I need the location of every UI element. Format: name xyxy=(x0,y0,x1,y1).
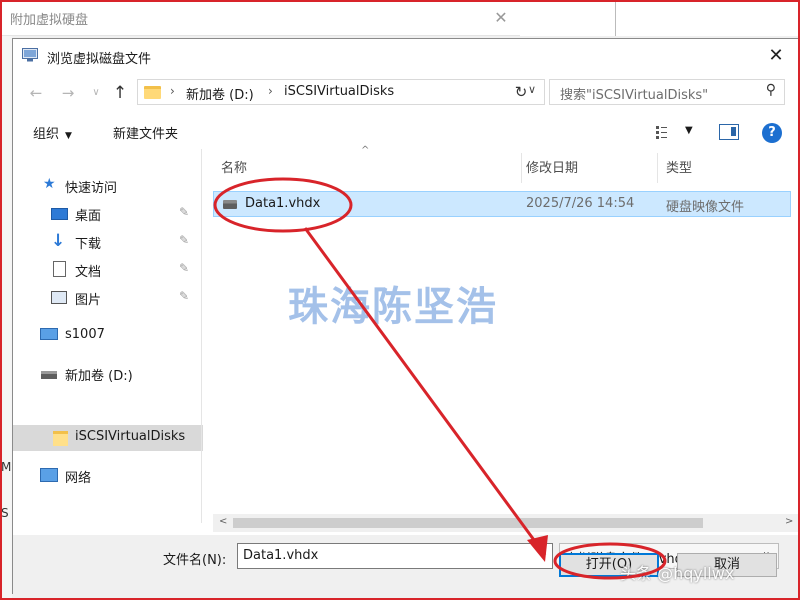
background-right-pane xyxy=(520,0,800,36)
sidebar-item-label: 新加卷 (D:) xyxy=(65,369,133,384)
forward-arrow-icon[interactable]: → xyxy=(57,82,79,104)
breadcrumb-drive[interactable]: 新加卷 (D:) xyxy=(186,84,254,103)
search-input[interactable]: 搜索"iSCSIVirtualDisks" ⚲ xyxy=(549,79,785,105)
search-placeholder: 搜索"iSCSIVirtualDisks" xyxy=(560,88,709,103)
search-icon[interactable]: ⚲ xyxy=(766,82,776,98)
back-arrow-icon[interactable]: ← xyxy=(25,82,47,104)
column-header-name[interactable]: 名称 xyxy=(221,157,247,176)
breadcrumb-chevron-icon[interactable]: › xyxy=(170,84,175,98)
pin-icon[interactable]: ✎ xyxy=(179,233,189,247)
organize-label: 组织 xyxy=(33,127,60,142)
sidebar-item-this-pc[interactable]: s1007 xyxy=(13,323,203,349)
sidebar-item-documents[interactable]: 文档 ✎ xyxy=(13,257,203,283)
background-titlebar: 附加虚拟硬盘 ✕ xyxy=(0,0,520,36)
sidebar-item-label: 下载 xyxy=(75,237,102,252)
background-close-icon[interactable]: ✕ xyxy=(488,6,514,30)
new-folder-button[interactable]: 新建文件夹 xyxy=(113,123,178,142)
up-arrow-icon[interactable]: ↑ xyxy=(109,82,131,104)
sidebar-item-label: s1007 xyxy=(65,327,105,342)
sidebar-item-label: 网络 xyxy=(65,471,92,486)
pin-icon[interactable]: ✎ xyxy=(179,289,189,303)
horizontal-scrollbar[interactable]: < > xyxy=(213,514,800,532)
preview-pane-icon[interactable] xyxy=(719,124,739,140)
sidebar-item-desktop[interactable]: 桌面 ✎ xyxy=(13,201,203,227)
pin-icon[interactable]: ✎ xyxy=(179,205,189,219)
scroll-right-icon[interactable]: > xyxy=(785,516,793,527)
folder-icon xyxy=(53,431,68,446)
refresh-icon[interactable]: ↻ xyxy=(510,83,532,105)
breadcrumb-chevron-icon[interactable]: › xyxy=(268,84,273,98)
drive-icon xyxy=(41,371,57,379)
desktop-icon xyxy=(51,208,68,220)
sidebar-item-label: 快速访问 xyxy=(65,181,118,196)
background-left-strip: M S xyxy=(0,36,12,600)
organize-caret-icon: ▼ xyxy=(65,131,72,141)
recent-locations-chevron-icon[interactable]: ∨ xyxy=(85,82,107,104)
background-left-mark: M xyxy=(1,460,12,474)
column-separator[interactable] xyxy=(657,153,658,183)
filename-value: Data1.vhdx xyxy=(243,548,319,563)
file-name: Data1.vhdx xyxy=(245,196,321,211)
navigation-bar: ← → ∨ ↑ › 新加卷 (D:) › iSCSIVirtualDisks ∨… xyxy=(13,75,799,111)
scroll-thumb[interactable] xyxy=(233,518,703,528)
pin-icon[interactable]: ✎ xyxy=(179,261,189,275)
view-options-icon[interactable] xyxy=(656,126,674,139)
sidebar-item-label: 桌面 xyxy=(75,209,102,224)
filename-input[interactable]: Data1.vhdx xyxy=(237,543,553,569)
dialog-title: 浏览虚拟磁盘文件 xyxy=(47,52,152,67)
address-bar[interactable]: › 新加卷 (D:) › iSCSIVirtualDisks ∨ xyxy=(137,79,545,105)
dialog-titlebar: 浏览虚拟磁盘文件 ✕ xyxy=(13,39,799,73)
organize-button[interactable]: 组织 ▼ xyxy=(33,123,72,142)
sidebar-item-downloads[interactable]: ↓ 下载 ✎ xyxy=(13,229,203,255)
sidebar-item-pictures[interactable]: 图片 ✎ xyxy=(13,285,203,311)
pane-divider[interactable] xyxy=(201,149,202,523)
column-header-modified[interactable]: 修改日期 xyxy=(526,157,578,176)
corner-watermark: 头条 @hqyllwx xyxy=(620,564,735,583)
background-left-mark: S xyxy=(1,506,9,520)
column-header-type[interactable]: 类型 xyxy=(666,157,692,176)
sidebar-item-iscsi-folder[interactable]: iSCSIVirtualDisks xyxy=(13,425,203,451)
sidebar-item-label: 图片 xyxy=(75,293,102,308)
disk-image-icon xyxy=(223,200,237,209)
pictures-icon xyxy=(51,291,67,304)
navigation-pane: ★ 快速访问 桌面 ✎ ↓ 下载 ✎ 文档 ✎ 图片 ✎ s1007 新加卷 (… xyxy=(13,149,203,523)
watermark-text: 珠海陈坚浩 xyxy=(288,284,498,330)
sidebar-item-network[interactable]: 网络 xyxy=(13,463,203,489)
sidebar-item-label: iSCSIVirtualDisks xyxy=(75,429,186,444)
breadcrumb-folder[interactable]: iSCSIVirtualDisks xyxy=(284,84,394,99)
star-icon: ★ xyxy=(43,176,56,192)
sidebar-item-drive-d[interactable]: 新加卷 (D:) xyxy=(13,361,203,387)
computer-icon xyxy=(40,328,58,340)
command-toolbar: 组织 ▼ 新建文件夹 ▼ ? xyxy=(13,119,799,147)
filename-label: 文件名(N): xyxy=(163,553,227,568)
sort-ascending-icon: ^ xyxy=(361,145,370,156)
scroll-left-icon[interactable]: < xyxy=(219,516,227,527)
file-row[interactable]: Data1.vhdx 2025/7/26 14:54 硬盘映像文件 xyxy=(213,191,791,217)
help-icon[interactable]: ? xyxy=(762,123,782,143)
file-modified: 2025/7/26 14:54 xyxy=(526,196,635,211)
dialog-app-icon xyxy=(22,48,38,62)
document-icon xyxy=(53,261,66,277)
folder-icon xyxy=(144,86,161,99)
download-arrow-icon: ↓ xyxy=(51,231,66,251)
file-type: 硬盘映像文件 xyxy=(666,200,745,215)
column-separator[interactable] xyxy=(521,153,522,183)
sidebar-item-quick-access[interactable]: ★ 快速访问 xyxy=(13,173,203,199)
sidebar-item-label: 文档 xyxy=(75,265,102,280)
view-options-caret-icon[interactable]: ▼ xyxy=(685,125,693,136)
network-icon xyxy=(40,468,58,482)
dialog-close-icon[interactable]: ✕ xyxy=(761,44,791,68)
background-window-title: 附加虚拟硬盘 xyxy=(10,13,89,28)
